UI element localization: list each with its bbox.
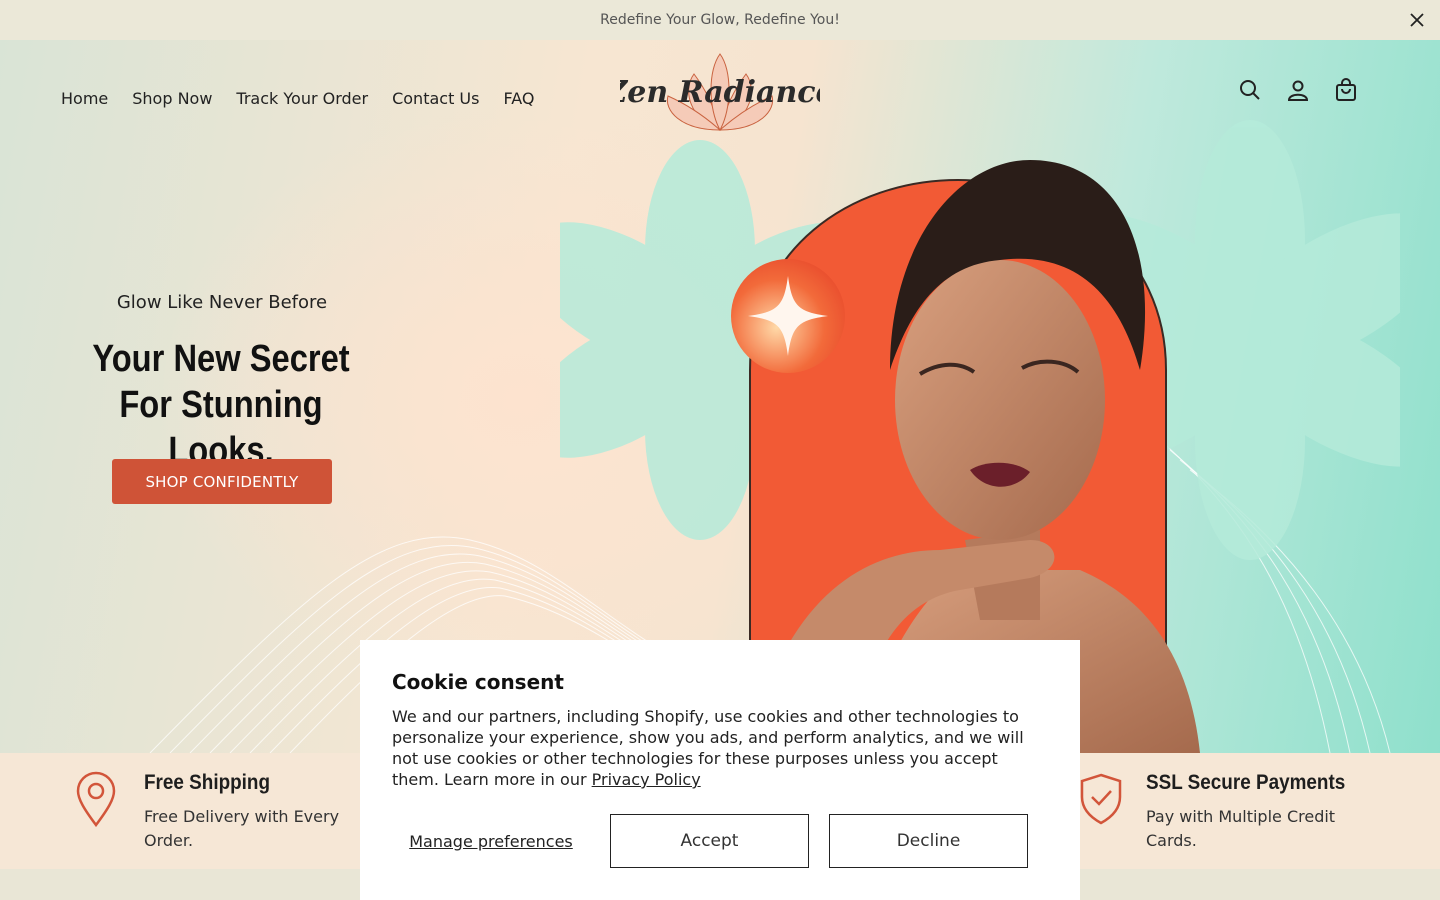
nav-home[interactable]: Home xyxy=(61,89,108,108)
model-face xyxy=(895,260,1105,540)
feature-title: SSL Secure Payments xyxy=(1146,771,1346,794)
feature-description: Free Delivery with Every Order. xyxy=(144,807,340,850)
cookie-title: Cookie consent xyxy=(392,670,564,694)
cart-icon[interactable] xyxy=(1334,78,1358,102)
main-nav: Home Shop Now Track Your Order Contact U… xyxy=(61,89,534,108)
cookie-body: We and our partners, including Shopify, … xyxy=(392,706,1048,790)
close-icon[interactable] xyxy=(1406,9,1428,31)
privacy-policy-link[interactable]: Privacy Policy xyxy=(592,770,701,789)
announcement-text: Redefine Your Glow, Redefine You! xyxy=(600,12,840,28)
hero-headline-line1: Your New Secret xyxy=(92,338,350,380)
manage-preferences-button[interactable]: Manage preferences xyxy=(392,832,590,851)
cookie-body-text: We and our partners, including Shopify, … xyxy=(392,707,1024,789)
map-pin-icon xyxy=(76,771,122,828)
nav-track-order[interactable]: Track Your Order xyxy=(236,89,368,108)
feature-title: Free Shipping xyxy=(144,771,271,794)
header-icons xyxy=(1238,78,1358,102)
feature-ssl-payments: SSL Secure Payments Pay with Multiple Cr… xyxy=(1078,771,1367,853)
hero-eyebrow: Glow Like Never Before xyxy=(116,292,328,313)
cookie-consent-dialog: Cookie consent We and our partners, incl… xyxy=(360,640,1080,900)
nav-faq[interactable]: FAQ xyxy=(503,89,534,108)
cookie-actions: Manage preferences Accept Decline xyxy=(392,814,1028,868)
account-icon[interactable] xyxy=(1286,78,1310,102)
hero-headline: Your New Secret For Stunning Looks. xyxy=(65,336,376,474)
shop-confidently-button[interactable]: SHOP CONFIDENTLY xyxy=(112,459,332,504)
nav-shop-now[interactable]: Shop Now xyxy=(132,89,212,108)
feature-free-shipping: Free Shipping Free Delivery with Every O… xyxy=(76,771,344,853)
announcement-bar: Redefine Your Glow, Redefine You! xyxy=(0,0,1440,40)
feature-description: Pay with Multiple Credit Cards. xyxy=(1146,807,1336,850)
shield-check-icon xyxy=(1078,771,1124,827)
decline-button[interactable]: Decline xyxy=(829,814,1028,868)
search-icon[interactable] xyxy=(1238,78,1262,102)
accept-button[interactable]: Accept xyxy=(610,814,809,868)
nav-contact-us[interactable]: Contact Us xyxy=(392,89,479,108)
